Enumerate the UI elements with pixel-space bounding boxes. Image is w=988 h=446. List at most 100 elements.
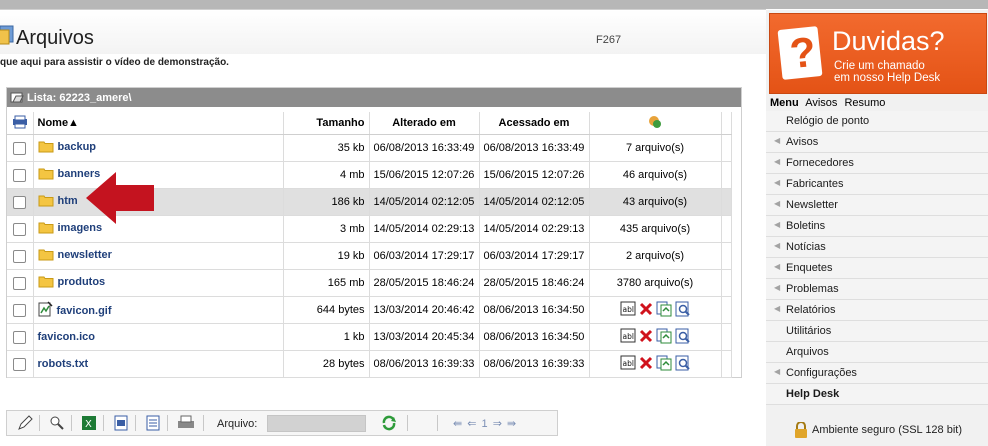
- sidebar-item-fabricantes[interactable]: ◀ Fabricantes: [766, 174, 988, 195]
- sidebar-item-label: Relógio de ponto: [786, 115, 870, 127]
- row-checkbox[interactable]: [13, 222, 27, 236]
- row-checkbox[interactable]: [13, 357, 27, 371]
- copy-file-icon[interactable]: [656, 301, 672, 317]
- search-file-icon[interactable]: [49, 415, 65, 431]
- view-file-icon[interactable]: [675, 355, 691, 371]
- view-file-icon[interactable]: [675, 301, 691, 317]
- file-name-input[interactable]: [267, 415, 366, 432]
- tab-menu[interactable]: Menu: [770, 97, 799, 109]
- column-size[interactable]: Tamanho: [283, 112, 370, 135]
- table-row[interactable]: favicon.gif 644 bytes 13/03/2014 20:46:42 0…: [7, 296, 732, 324]
- row-checkbox[interactable]: [13, 303, 27, 317]
- row-checkbox[interactable]: [13, 330, 27, 344]
- sidebar-item-relatorios[interactable]: ◀ Relatórios: [766, 300, 988, 321]
- table-row[interactable]: newsletter 19 kb 06/03/2014 17:29:17 06/03/…: [7, 242, 732, 270]
- modified-date: 06/03/2014 17:29:17: [369, 242, 480, 270]
- delete-icon[interactable]: [639, 356, 653, 370]
- print-icon[interactable]: [177, 415, 195, 431]
- edit-file-icon[interactable]: abl: [620, 301, 636, 316]
- modified-date: 08/06/2013 16:39:33: [369, 350, 480, 378]
- chevron-left-icon: ◀: [774, 199, 781, 208]
- folder-icon: [38, 222, 53, 234]
- file-name-cell[interactable]: banners: [33, 161, 284, 189]
- table-row[interactable]: robots.txt 28 bytes 08/06/2013 16:39:33 08/…: [7, 350, 732, 378]
- sidebar-item-fornecedores[interactable]: ◀ Fornecedores: [766, 153, 988, 174]
- sidebar-item-noticias[interactable]: ◀ Notícias: [766, 237, 988, 258]
- file-name-cell[interactable]: newsletter: [33, 242, 284, 270]
- select-all-header[interactable]: [7, 112, 34, 135]
- sidebar-item-enquetes[interactable]: ◀ Enquetes: [766, 258, 988, 279]
- sidebar-item-relogio-de-ponto[interactable]: Relógio de ponto: [766, 111, 988, 132]
- sidebar-item-configuracoes[interactable]: ◀ Configurações: [766, 363, 988, 384]
- sidebar-item-label: Utilitários: [786, 325, 832, 337]
- refresh-settings-icon[interactable]: [647, 114, 663, 130]
- modified-date: 14/05/2014 02:29:13: [369, 215, 480, 243]
- accessed-date: 08/06/2013 16:39:33: [479, 350, 590, 378]
- table-row[interactable]: produtos 165 mb 28/05/2015 18:46:24 28/05/2…: [7, 269, 732, 297]
- row-actions: abl: [589, 323, 722, 351]
- file-name-cell[interactable]: imagens: [33, 215, 284, 243]
- refresh-icon[interactable]: [381, 415, 397, 431]
- file-name[interactable]: backup: [58, 141, 97, 153]
- delete-icon[interactable]: [639, 302, 653, 316]
- file-size: 1 kb: [283, 323, 370, 351]
- view-file-icon[interactable]: [675, 328, 691, 344]
- row-actions: abl: [589, 350, 722, 378]
- file-name-cell[interactable]: robots.txt: [33, 350, 284, 378]
- file-name-cell[interactable]: favicon.gif: [33, 296, 284, 324]
- row-checkbox-cell: [7, 134, 34, 162]
- sidebar-item-label: Fabricantes: [786, 178, 844, 190]
- excel-export-icon[interactable]: X: [81, 415, 97, 431]
- row-checkbox[interactable]: [13, 276, 27, 290]
- file-name-cell[interactable]: backup: [33, 134, 284, 162]
- sidebar-item-avisos[interactable]: ◀ Avisos: [766, 132, 988, 153]
- row-checkbox-cell: [7, 350, 34, 378]
- row-checkbox[interactable]: [13, 249, 27, 263]
- sidebar-item-help-desk[interactable]: Help Desk: [766, 384, 988, 405]
- text-export-icon[interactable]: [145, 415, 161, 431]
- row-checkbox[interactable]: [13, 141, 27, 155]
- print-list-icon[interactable]: [12, 115, 28, 129]
- file-name-cell[interactable]: htm: [33, 188, 284, 216]
- sidebar-item-utilitarios[interactable]: Utilitários: [766, 321, 988, 342]
- svg-text:X: X: [85, 419, 92, 430]
- demo-video-link[interactable]: que aqui para assistir o vídeo de demons…: [0, 57, 229, 68]
- file-name[interactable]: htm: [58, 195, 78, 207]
- sidebar-item-problemas[interactable]: ◀ Problemas: [766, 279, 988, 300]
- sidebar-item-newsletter[interactable]: ◀ Newsletter: [766, 195, 988, 216]
- delete-icon[interactable]: [639, 329, 653, 343]
- help-desk-banner[interactable]: ? Duvidas? Crie um chamado em nosso Help…: [769, 13, 987, 94]
- accessed-date: 15/06/2015 12:07:26: [479, 161, 590, 189]
- file-size: 165 mb: [283, 269, 370, 297]
- pagination[interactable]: ⇚ ⇐ 1 ⇒ ⇛: [453, 417, 517, 430]
- table-row[interactable]: backup 35 kb 06/08/2013 16:33:49 06/08/2013…: [7, 134, 732, 162]
- sidebar-item-boletins[interactable]: ◀ Boletins: [766, 216, 988, 237]
- file-name-cell[interactable]: produtos: [33, 269, 284, 297]
- file-name[interactable]: produtos: [58, 276, 106, 288]
- copy-file-icon[interactable]: [656, 355, 672, 371]
- row-checkbox[interactable]: [13, 168, 27, 182]
- file-name[interactable]: favicon.gif: [57, 305, 112, 317]
- tab-resumo[interactable]: Resumo: [844, 97, 885, 109]
- file-name-cell[interactable]: favicon.ico: [33, 323, 284, 351]
- sidebar-item-label: Problemas: [786, 283, 839, 295]
- file-name[interactable]: favicon.ico: [38, 331, 95, 343]
- file-name[interactable]: newsletter: [58, 249, 112, 261]
- copy-file-icon[interactable]: [656, 328, 672, 344]
- rename-icon[interactable]: [17, 415, 33, 431]
- sidebar-item-label: Arquivos: [786, 346, 829, 358]
- file-name[interactable]: robots.txt: [38, 358, 89, 370]
- table-row[interactable]: favicon.ico 1 kb 13/03/2014 20:45:34 08/06/…: [7, 323, 732, 351]
- document-export-icon[interactable]: [113, 415, 129, 431]
- tab-avisos[interactable]: Avisos: [805, 97, 837, 109]
- sidebar-item-label: Boletins: [786, 220, 826, 232]
- column-name[interactable]: Nome▲: [33, 112, 284, 135]
- column-accessed[interactable]: Acessado em: [479, 112, 590, 135]
- row-checkbox[interactable]: [13, 195, 27, 209]
- files-app-icon: [0, 25, 14, 45]
- edit-file-icon[interactable]: abl: [620, 328, 636, 343]
- sidebar-item-arquivos[interactable]: Arquivos: [766, 342, 988, 363]
- column-modified[interactable]: Alterado em: [369, 112, 480, 135]
- modified-date: 28/05/2015 18:46:24: [369, 269, 480, 297]
- edit-file-icon[interactable]: abl: [620, 355, 636, 370]
